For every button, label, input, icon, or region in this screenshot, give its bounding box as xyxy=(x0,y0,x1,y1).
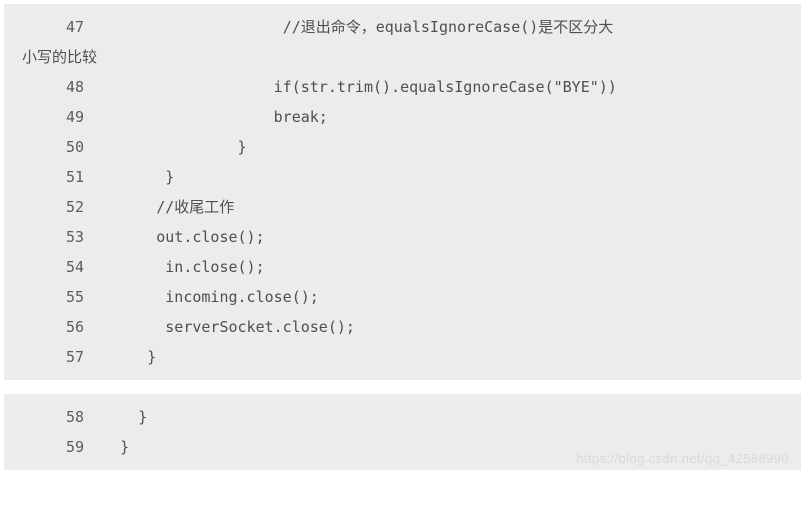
code-text: } xyxy=(84,432,791,462)
code-text: //退出命令，equalsIgnoreCase()是不区分大 xyxy=(84,12,791,42)
code-line-wrapped: 小写的比较 xyxy=(14,42,791,72)
code-line: 58 } xyxy=(14,402,791,432)
code-text: } xyxy=(84,402,791,432)
line-number: 51 xyxy=(14,162,84,192)
code-line: 54 in.close(); xyxy=(14,252,791,282)
code-line: 50 } xyxy=(14,132,791,162)
line-number: 49 xyxy=(14,102,84,132)
code-line: 56 serverSocket.close(); xyxy=(14,312,791,342)
code-text: out.close(); xyxy=(84,222,791,252)
line-number: 59 xyxy=(14,432,84,462)
code-line: 59 } xyxy=(14,432,791,462)
line-number: 47 xyxy=(14,12,84,42)
code-block-1: 47 //退出命令，equalsIgnoreCase()是不区分大小写的比较48… xyxy=(4,4,801,380)
code-text: break; xyxy=(84,102,791,132)
code-text: } xyxy=(84,132,791,162)
code-line: 48 if(str.trim().equalsIgnoreCase("BYE")… xyxy=(14,72,791,102)
code-line: 57 } xyxy=(14,342,791,372)
line-number: 48 xyxy=(14,72,84,102)
line-number: 56 xyxy=(14,312,84,342)
code-text: } xyxy=(84,162,791,192)
code-text: incoming.close(); xyxy=(84,282,791,312)
code-line: 53 out.close(); xyxy=(14,222,791,252)
code-line: 49 break; xyxy=(14,102,791,132)
code-text: if(str.trim().equalsIgnoreCase("BYE")) xyxy=(84,72,791,102)
line-number: 52 xyxy=(14,192,84,222)
line-number: 57 xyxy=(14,342,84,372)
line-number: 54 xyxy=(14,252,84,282)
line-number: 58 xyxy=(14,402,84,432)
code-block-2: 58 }59 }https://blog.csdn.net/qq_4258899… xyxy=(4,394,801,470)
code-text: serverSocket.close(); xyxy=(84,312,791,342)
code-line: 51 } xyxy=(14,162,791,192)
code-line: 55 incoming.close(); xyxy=(14,282,791,312)
code-line: 52 //收尾工作 xyxy=(14,192,791,222)
line-number: 55 xyxy=(14,282,84,312)
line-number: 50 xyxy=(14,132,84,162)
code-text: //收尾工作 xyxy=(84,192,791,222)
code-text: } xyxy=(84,342,791,372)
code-line: 47 //退出命令，equalsIgnoreCase()是不区分大 xyxy=(14,12,791,42)
code-text: in.close(); xyxy=(84,252,791,282)
line-number: 53 xyxy=(14,222,84,252)
